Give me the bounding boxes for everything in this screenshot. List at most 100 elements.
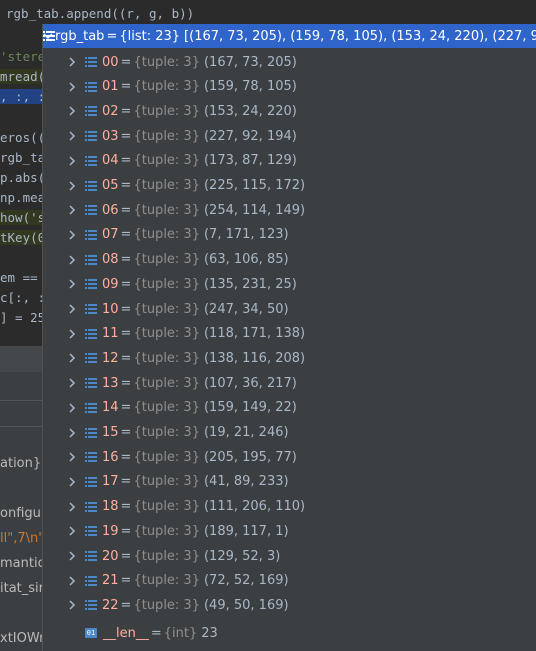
list-item[interactable]: 11 = {tuple: 3} (118, 171, 138) bbox=[43, 322, 536, 346]
item-type: {tuple: 3} bbox=[133, 375, 200, 391]
code-fragment: np.mea bbox=[0, 190, 42, 205]
list-item[interactable]: 02 = {tuple: 3} (153, 24, 220) bbox=[43, 99, 536, 123]
item-index: 16 bbox=[102, 449, 119, 465]
len-name: __len__ bbox=[103, 625, 149, 641]
chevron-right-icon[interactable] bbox=[67, 526, 77, 536]
chevron-right-icon[interactable] bbox=[67, 106, 77, 116]
code-fragment: ] = 25 bbox=[0, 310, 42, 325]
list-item[interactable]: 07 = {tuple: 3} (7, 171, 123) bbox=[43, 223, 536, 247]
list-item[interactable]: 15 = {tuple: 3} (19, 21, 246) bbox=[43, 421, 536, 445]
equals-sign: = bbox=[120, 597, 132, 613]
list-icon bbox=[85, 130, 97, 142]
list-icon bbox=[85, 81, 97, 93]
chevron-right-icon[interactable] bbox=[67, 279, 77, 289]
chevron-right-icon[interactable] bbox=[67, 230, 77, 240]
list-icon bbox=[85, 451, 97, 463]
list-item[interactable]: 17 = {tuple: 3} (41, 89, 233) bbox=[43, 470, 536, 494]
variable-header-row[interactable]: rgb_tab = {list: 23} [(167, 73, 205), (1… bbox=[43, 24, 536, 48]
list-item[interactable]: 20 = {tuple: 3} (129, 52, 3) bbox=[43, 544, 536, 568]
item-type: {tuple: 3} bbox=[133, 128, 200, 144]
item-value: (189, 117, 1) bbox=[203, 523, 289, 539]
item-value: (49, 50, 169) bbox=[203, 597, 289, 613]
chevron-right-icon[interactable] bbox=[67, 600, 77, 610]
chevron-right-icon[interactable] bbox=[67, 329, 77, 339]
list-item[interactable]: 09 = {tuple: 3} (135, 231, 25) bbox=[43, 272, 536, 296]
list-item[interactable]: 03 = {tuple: 3} (227, 92, 194) bbox=[43, 124, 536, 148]
item-value: (173, 87, 129) bbox=[203, 153, 297, 169]
item-index: 01 bbox=[102, 79, 119, 95]
chevron-right-icon[interactable] bbox=[67, 205, 77, 215]
list-item[interactable]: 01 = {tuple: 3} (159, 78, 105) bbox=[43, 75, 536, 99]
item-type: {tuple: 3} bbox=[133, 178, 200, 193]
chevron-right-icon[interactable] bbox=[67, 255, 77, 265]
list-item[interactable]: 08 = {tuple: 3} (63, 106, 85) bbox=[43, 248, 536, 272]
chevron-right-icon[interactable] bbox=[67, 477, 77, 487]
list-item[interactable]: 04 = {tuple: 3} (173, 87, 129) bbox=[43, 149, 536, 173]
chevron-right-icon[interactable] bbox=[67, 427, 77, 438]
chevron-right-icon[interactable] bbox=[67, 452, 77, 462]
equals-sign: = bbox=[120, 79, 132, 95]
console-text: xtIOWra bbox=[0, 631, 42, 646]
equals-sign: = bbox=[120, 301, 132, 317]
chevron-right-icon[interactable] bbox=[67, 378, 77, 388]
item-value: (129, 52, 3) bbox=[203, 548, 281, 564]
len-value: 23 bbox=[201, 625, 218, 641]
chevron-right-icon[interactable] bbox=[67, 57, 77, 67]
item-value: (247, 34, 50) bbox=[203, 301, 289, 317]
item-index: 07 bbox=[102, 227, 119, 243]
chevron-right-icon[interactable] bbox=[67, 131, 77, 141]
list-icon bbox=[85, 550, 97, 562]
equals-sign: = bbox=[120, 449, 132, 465]
equals-sign: = bbox=[120, 252, 132, 268]
editor-left-strip: 'stere mread( , :, : eros(( rgb_ta p.abs… bbox=[0, 24, 42, 651]
equals-sign: = bbox=[120, 548, 132, 564]
list-item[interactable]: 14 = {tuple: 3} (159, 149, 22) bbox=[43, 396, 536, 420]
list-item[interactable]: 12 = {tuple: 3} (138, 116, 208) bbox=[43, 346, 536, 370]
equals-sign: = bbox=[120, 573, 132, 589]
chevron-right-icon[interactable] bbox=[67, 502, 77, 512]
item-index: 11 bbox=[102, 326, 119, 342]
list-icon bbox=[85, 204, 97, 216]
list-item[interactable]: 18 = {tuple: 3} (111, 206, 110) bbox=[43, 495, 536, 519]
item-type: {tuple: 3} bbox=[133, 276, 200, 292]
list-item[interactable]: 05 = {tuple: 3} (225, 115, 172) bbox=[43, 174, 536, 198]
item-index: 13 bbox=[102, 375, 119, 391]
chevron-right-icon[interactable] bbox=[67, 576, 77, 586]
list-item[interactable]: 19 = {tuple: 3} (189, 117, 1) bbox=[43, 519, 536, 543]
chevron-right-icon[interactable] bbox=[67, 180, 77, 191]
console-text: onfigur bbox=[0, 506, 42, 521]
chevron-right-icon[interactable] bbox=[67, 353, 77, 363]
equals-sign: = bbox=[120, 178, 132, 193]
len-row[interactable]: 01 __len__ = {int} 23 bbox=[43, 621, 536, 645]
list-item[interactable]: 22 = {tuple: 3} (49, 50, 169) bbox=[43, 593, 536, 617]
list-item[interactable]: 00 = {tuple: 3} (167, 73, 205) bbox=[43, 50, 536, 74]
list-item[interactable]: 10 = {tuple: 3} (247, 34, 50) bbox=[43, 297, 536, 321]
item-index: 15 bbox=[102, 425, 119, 440]
item-value: (205, 195, 77) bbox=[203, 449, 297, 465]
chevron-right-icon[interactable] bbox=[67, 403, 77, 413]
equals-sign: = bbox=[120, 227, 132, 243]
item-index: 18 bbox=[102, 499, 119, 515]
item-value: (135, 231, 25) bbox=[203, 276, 297, 292]
list-item[interactable]: 13 = {tuple: 3} (107, 36, 217) bbox=[43, 371, 536, 395]
list-icon bbox=[85, 328, 97, 340]
item-index: 05 bbox=[102, 178, 119, 193]
list-icon bbox=[85, 229, 97, 241]
len-type: {int} bbox=[163, 625, 198, 641]
list-item[interactable]: 16 = {tuple: 3} (205, 195, 77) bbox=[43, 445, 536, 469]
list-item[interactable]: 06 = {tuple: 3} (254, 114, 149) bbox=[43, 198, 536, 222]
chevron-right-icon[interactable] bbox=[67, 551, 77, 561]
list-icon bbox=[85, 427, 97, 439]
list-icon bbox=[85, 476, 97, 488]
chevron-right-icon[interactable] bbox=[67, 304, 77, 314]
item-value: (63, 106, 85) bbox=[203, 252, 289, 268]
equals-sign: = bbox=[120, 350, 132, 366]
list-item[interactable]: 21 = {tuple: 3} (72, 52, 169) bbox=[43, 569, 536, 593]
bottom-panel bbox=[0, 346, 42, 651]
divider bbox=[0, 426, 42, 427]
chevron-right-icon[interactable] bbox=[67, 82, 77, 92]
chevron-right-icon[interactable] bbox=[67, 156, 77, 166]
item-index: 14 bbox=[102, 400, 119, 416]
list-icon bbox=[85, 402, 97, 414]
equals-sign: = bbox=[120, 326, 132, 342]
